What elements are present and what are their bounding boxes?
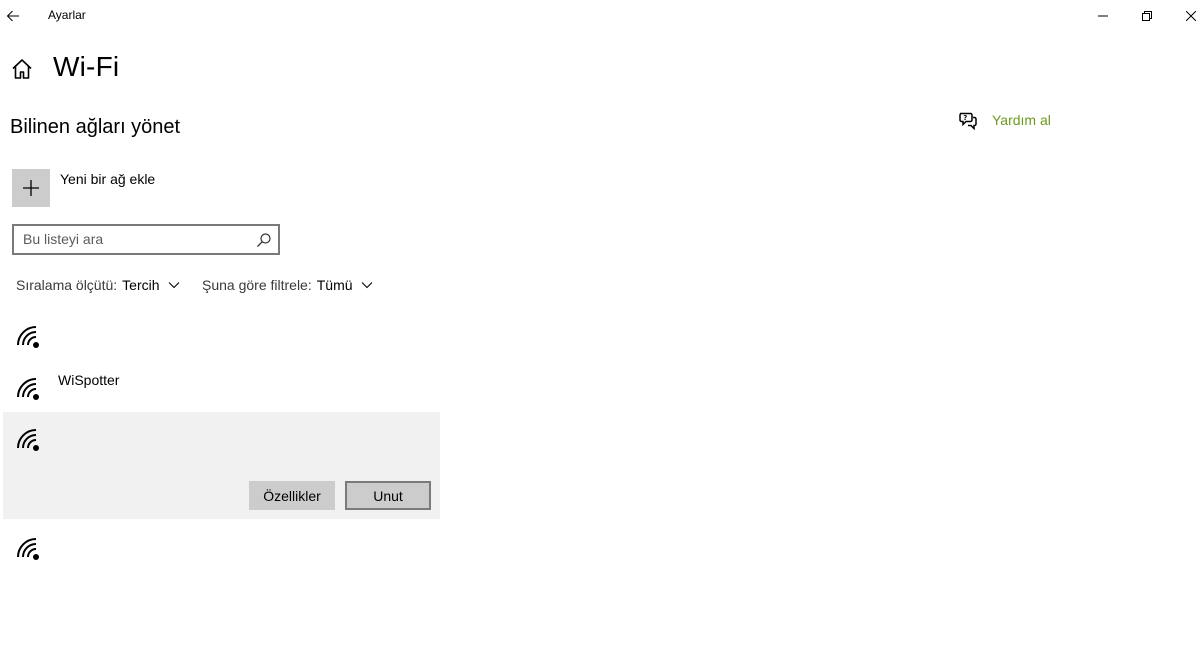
network-item-selected[interactable]: Özellikler Unut: [3, 412, 440, 519]
close-button[interactable]: [1168, 0, 1200, 32]
search-icon[interactable]: [256, 232, 272, 248]
network-item[interactable]: [3, 524, 440, 570]
wifi-signal-icon: [17, 326, 39, 348]
chevron-down-icon: [168, 282, 179, 289]
network-item[interactable]: [3, 318, 440, 364]
svg-text:?: ?: [963, 114, 967, 122]
filter-dropdown[interactable]: Şuna göre filtrele: Tümü: [202, 277, 373, 293]
title-bar: Ayarlar: [0, 0, 1200, 32]
filter-value: Tümü: [316, 277, 353, 293]
forget-button[interactable]: Unut: [345, 481, 431, 510]
help-label: Yardım al: [992, 112, 1051, 128]
back-arrow-icon: [6, 10, 19, 22]
add-network-label[interactable]: Yeni bir ağ ekle: [60, 171, 155, 187]
wifi-signal-icon: [17, 538, 39, 560]
home-icon: [12, 59, 32, 79]
restore-icon: [1142, 11, 1152, 21]
chat-help-icon: ?: [959, 112, 977, 130]
home-button[interactable]: [10, 57, 34, 81]
page-title: Wi-Fi: [53, 51, 120, 82]
wifi-signal-icon: [17, 429, 39, 451]
sort-value: Tercih: [122, 277, 160, 293]
sort-label: Sıralama ölçütü:: [16, 277, 118, 293]
window-title: Ayarlar: [48, 8, 86, 22]
properties-button[interactable]: Özellikler: [249, 481, 335, 510]
wifi-signal-icon: [17, 378, 39, 400]
sort-dropdown[interactable]: Sıralama ölçütü: Tercih: [16, 277, 180, 293]
add-network-button[interactable]: [12, 169, 50, 207]
add-network-row: Yeni bir ağ ekle: [12, 169, 155, 207]
minimize-button[interactable]: [1080, 0, 1126, 32]
restore-button[interactable]: [1124, 0, 1170, 32]
network-item[interactable]: WiSpotter: [3, 364, 440, 412]
plus-icon: [23, 180, 39, 196]
back-button[interactable]: [0, 0, 26, 32]
help-link[interactable]: ? Yardım al: [958, 110, 1051, 130]
search-input[interactable]: [23, 231, 243, 247]
network-name: WiSpotter: [58, 372, 120, 388]
minimize-icon: [1098, 15, 1108, 17]
section-title: Bilinen ağları yönet: [10, 116, 181, 138]
close-icon: [1186, 11, 1196, 21]
filter-label: Şuna göre filtrele:: [202, 277, 312, 293]
search-box: [12, 224, 280, 255]
chevron-down-icon: [361, 282, 372, 289]
